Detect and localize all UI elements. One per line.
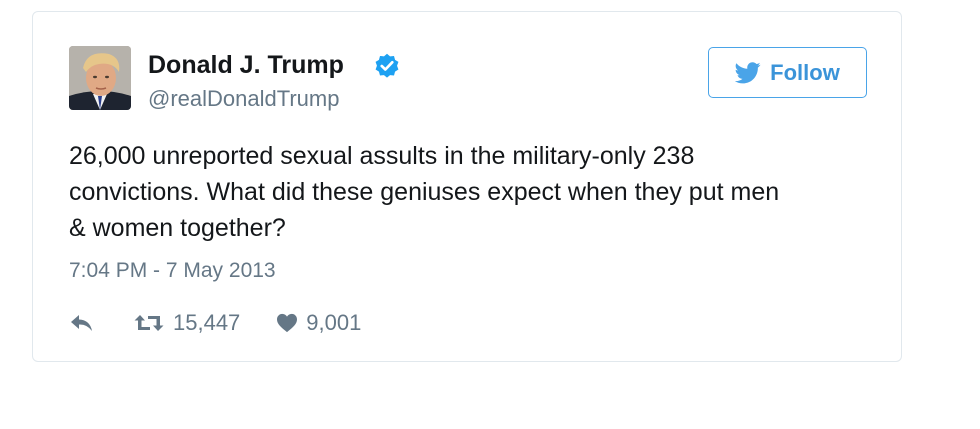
tweet-text-line: & women together?: [69, 214, 286, 242]
tweet-text-line: convictions. What did these geniuses exp…: [69, 178, 780, 206]
retweet-button[interactable]: 15,447: [133, 310, 240, 336]
retweet-count: 15,447: [173, 310, 241, 335]
reply-button[interactable]: [69, 313, 95, 333]
heart-icon: [277, 313, 298, 333]
follow-button-label: Follow: [770, 59, 840, 85]
tweet-text-line: 26,000 unreported sexual assults in the …: [69, 142, 695, 170]
follow-button[interactable]: Follow: [708, 47, 867, 98]
tweet-timestamp[interactable]: 7:04 PM - 7 May 2013: [69, 258, 276, 284]
like-button[interactable]: 9,001: [276, 310, 361, 336]
display-name[interactable]: Donald J. Trump: [148, 50, 344, 80]
tweet-actions: 15,447 9,001: [69, 308, 361, 338]
verified-badge-icon: [375, 53, 399, 78]
reply-icon: [71, 315, 92, 331]
tweet-text: 26,000 unreported sexual assults in the …: [69, 138, 869, 246]
like-count: 9,001: [306, 310, 362, 335]
retweet-icon: [134, 315, 164, 331]
tweet-card: Donald J. Trump @realDonaldTrump Follow …: [32, 11, 902, 362]
avatar[interactable]: [69, 46, 131, 110]
profile-photo-icon: [69, 46, 131, 110]
twitter-bird-icon: [735, 61, 761, 83]
user-handle[interactable]: @realDonaldTrump: [148, 86, 339, 112]
